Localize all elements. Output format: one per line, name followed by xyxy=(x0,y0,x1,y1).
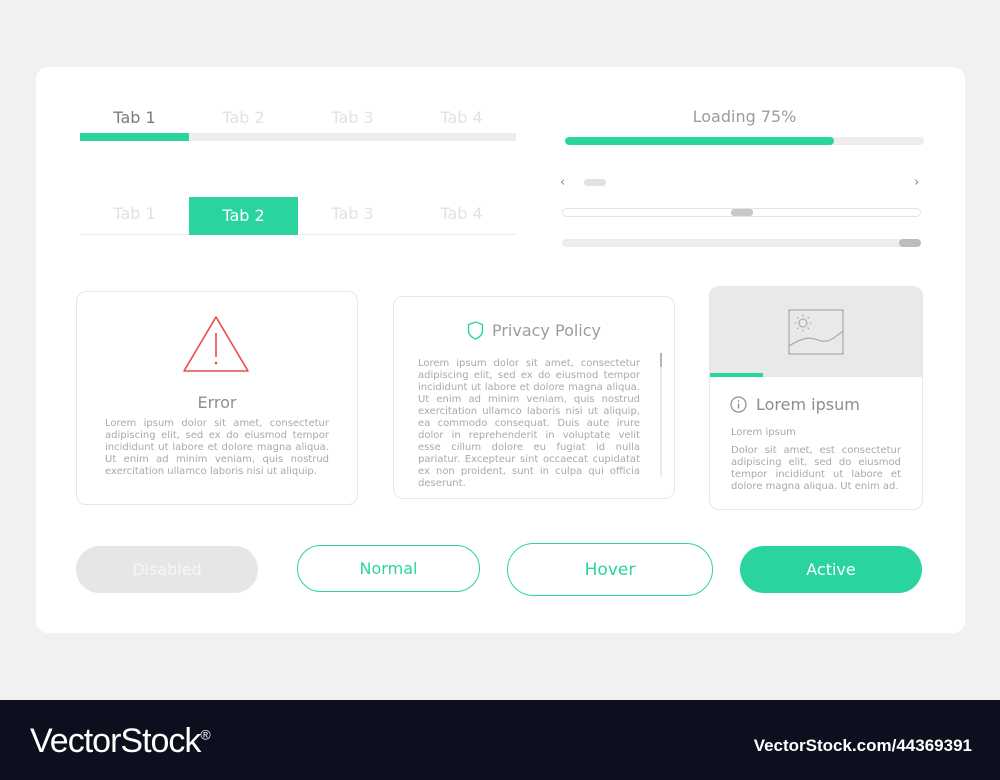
media-body-text: Dolor sit amet, est consectetur adipisci… xyxy=(731,445,901,492)
chevron-left-icon[interactable]: ‹ xyxy=(560,175,565,190)
pill-tab-1[interactable]: Tab 1 xyxy=(80,197,189,235)
tab-underline-indicator xyxy=(80,133,189,141)
chevron-right-icon[interactable]: › xyxy=(914,175,919,190)
media-image-area xyxy=(710,287,922,377)
brand-logo: VectorStock® xyxy=(30,722,211,761)
privacy-header: Privacy Policy xyxy=(394,321,674,340)
slider-track[interactable] xyxy=(562,208,921,217)
brand-name: VectorStock xyxy=(30,722,201,760)
loading-progress-fill xyxy=(565,137,835,145)
info-icon xyxy=(730,396,747,413)
media-progress-fill xyxy=(710,373,763,377)
disabled-button: Disabled xyxy=(76,546,258,593)
tab-underline-track xyxy=(80,133,516,141)
normal-button[interactable]: Normal xyxy=(297,545,480,592)
media-progress-bar xyxy=(710,373,922,377)
privacy-body-text: Lorem ipsum dolor sit amet, consectetur … xyxy=(418,358,640,489)
pill-tab-4[interactable]: Tab 4 xyxy=(407,197,516,235)
pill-tabs: Tab 1 Tab 2 Tab 3 Tab 4 xyxy=(80,197,516,235)
loading-label: Loading 75% xyxy=(692,107,797,126)
media-title: Lorem ipsum xyxy=(756,395,860,414)
active-button[interactable]: Active xyxy=(740,546,922,593)
privacy-scrollbar[interactable] xyxy=(660,353,662,477)
loading-progress-bar xyxy=(565,137,924,145)
privacy-policy-card: Privacy Policy Lorem ipsum dolor sit ame… xyxy=(393,296,675,499)
media-subtitle: Lorem ipsum xyxy=(731,427,796,438)
pill-tab-3[interactable]: Tab 3 xyxy=(298,197,407,235)
image-id: VectorStock.com/44369391 xyxy=(753,736,972,755)
pill-tab-2[interactable]: Tab 2 xyxy=(189,197,298,235)
media-card: Lorem ipsum Lorem ipsum Dolor sit amet, … xyxy=(709,286,923,510)
shield-icon xyxy=(467,321,484,340)
horizontal-scroll-thumb[interactable] xyxy=(584,179,606,186)
error-body-text: Lorem ipsum dolor sit amet, consectetur … xyxy=(105,418,329,477)
error-card: Error Lorem ipsum dolor sit amet, consec… xyxy=(76,291,358,505)
footer-bar: VectorStock® VectorStock.com/44369391 xyxy=(0,700,1000,780)
range-track[interactable] xyxy=(562,239,921,247)
hover-button[interactable]: Hover xyxy=(507,543,713,596)
privacy-title: Privacy Policy xyxy=(491,321,602,340)
range-thumb[interactable] xyxy=(899,239,921,247)
warning-triangle-icon xyxy=(183,316,249,372)
registered-mark: ® xyxy=(200,726,210,743)
image-placeholder-icon xyxy=(788,309,844,355)
error-title: Error xyxy=(197,393,237,412)
media-header: Lorem ipsum xyxy=(730,395,860,414)
privacy-scroll-thumb[interactable] xyxy=(660,353,662,367)
slider-thumb[interactable] xyxy=(730,209,753,216)
